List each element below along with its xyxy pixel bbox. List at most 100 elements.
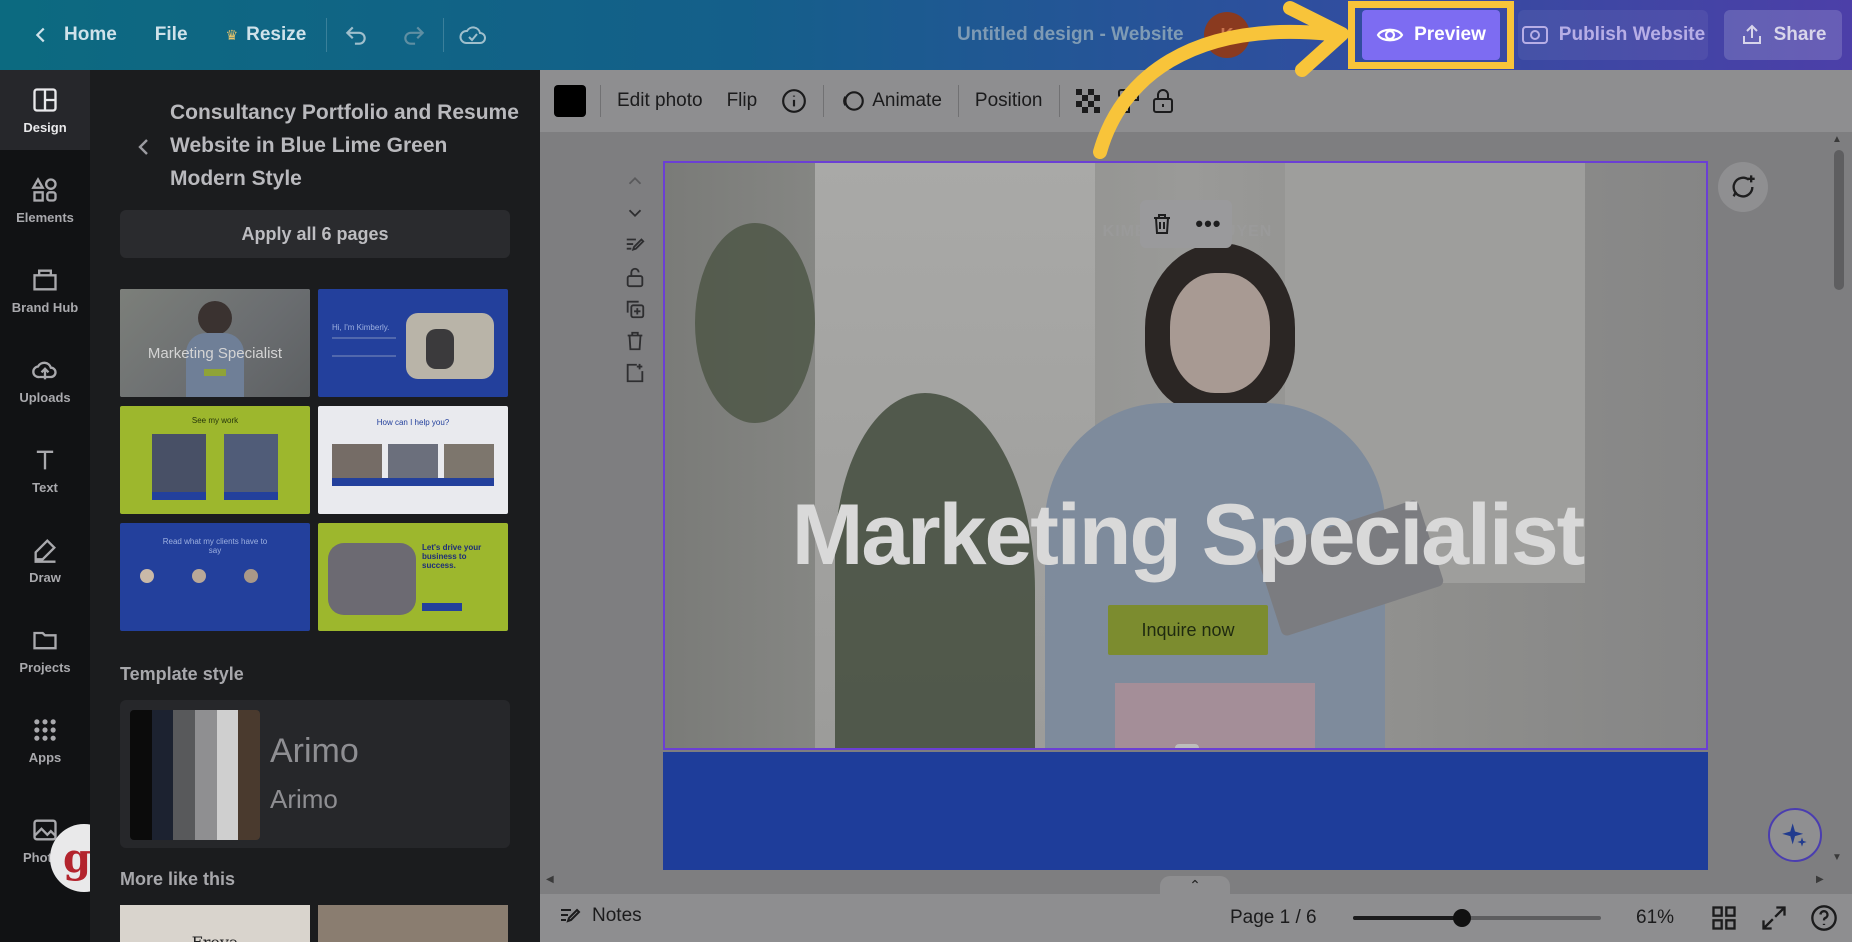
share-button[interactable]: Share (1724, 10, 1842, 60)
divider (823, 85, 825, 117)
rail-item-brand-hub[interactable]: Brand Hub (0, 250, 90, 330)
lock-button[interactable] (1144, 79, 1182, 123)
template-thumb-4[interactable]: How can I help you? (318, 406, 508, 514)
inquire-now-button[interactable]: Inquire now (1108, 605, 1268, 655)
rail-item-projects[interactable]: Projects (0, 610, 90, 690)
resize-handle[interactable] (1175, 744, 1199, 748)
flip-button[interactable]: Flip (715, 79, 770, 123)
rail-item-text[interactable]: Text (0, 430, 90, 510)
duplicate-icon[interactable] (624, 298, 646, 320)
rail-label-brand-hub: Brand Hub (11, 299, 79, 315)
chevron-up-icon[interactable] (624, 170, 646, 192)
redo-button[interactable] (393, 14, 435, 56)
info-button[interactable] (769, 79, 819, 123)
notes-pen-icon[interactable] (624, 234, 646, 256)
plant-leaves (695, 223, 815, 423)
body-font-name: Arimo (270, 784, 338, 814)
thumb-heading: Read what my clients have to say (162, 537, 268, 555)
chevron-left-icon (138, 139, 148, 155)
position-button[interactable]: Position (963, 79, 1055, 123)
add-page-icon[interactable] (624, 362, 646, 384)
rail-label-uploads: Uploads (19, 389, 71, 405)
headline-text[interactable]: Marketing Specialist (665, 486, 1706, 585)
apply-all-pages-button[interactable]: Apply all 6 pages (120, 210, 510, 258)
rail-item-draw[interactable]: Draw (0, 520, 90, 600)
transparency-button[interactable] (1064, 79, 1112, 123)
animate-button[interactable]: Animate (828, 79, 954, 123)
design-canvas[interactable]: KIMBERLY NGUYEN Marketing Specialist Inq… (663, 161, 1708, 750)
template-thumb-5[interactable]: Read what my clients have to say (120, 523, 310, 631)
template-thumb-2[interactable]: Hi, I'm Kimberly. (318, 289, 508, 397)
trash-icon[interactable] (1150, 212, 1174, 236)
show-pages-toggle[interactable]: ⌃ (1160, 876, 1230, 894)
publish-website-button[interactable]: Publish Website (1518, 10, 1708, 60)
zoom-slider[interactable] (1353, 909, 1601, 927)
save-status-button[interactable] (452, 14, 494, 56)
more-template-thumb-2[interactable] (318, 905, 508, 942)
pen-icon (34, 538, 56, 563)
thumb-card (224, 434, 278, 500)
color-picker-button[interactable] (554, 85, 586, 117)
more-template-thumb-1[interactable]: Freya (120, 905, 310, 942)
thumb-lines (332, 337, 396, 357)
edit-photo-button[interactable]: Edit photo (605, 79, 715, 123)
help-icon[interactable] (1810, 904, 1838, 932)
page-tools (618, 170, 652, 410)
resize-label: Resize (246, 24, 307, 45)
unlock-icon[interactable] (624, 266, 646, 288)
rail-item-elements[interactable]: Elements (0, 160, 90, 240)
scroll-down-arrow[interactable]: ▼ (1832, 852, 1842, 863)
thumb-photo (328, 543, 416, 615)
divider (326, 18, 328, 52)
scroll-up-arrow[interactable]: ▲ (1832, 134, 1842, 145)
rail-item-design[interactable]: Design (0, 70, 90, 150)
rail-item-uploads[interactable]: Uploads (0, 340, 90, 420)
share-label: Share (1773, 24, 1827, 45)
file-menu-button[interactable]: File (143, 14, 200, 56)
template-thumb-6[interactable]: Let's drive your business to success. (318, 523, 508, 631)
animate-label: Animate (872, 90, 942, 111)
person-face (1170, 273, 1270, 393)
thumb-avatar (192, 569, 206, 583)
undo-button[interactable] (335, 14, 377, 56)
template-thumb-1[interactable]: Marketing Specialist (120, 289, 310, 397)
copy-style-button[interactable] (1112, 79, 1144, 123)
document-title[interactable]: Untitled design - Website (957, 24, 1184, 46)
add-comment-button[interactable] (1718, 162, 1768, 212)
scroll-right-arrow[interactable]: ▶ (1816, 874, 1824, 885)
swatch (130, 710, 152, 840)
notes-button[interactable]: Notes (558, 904, 642, 928)
page-indicator[interactable]: Page 1 / 6 (1230, 907, 1317, 929)
back-button[interactable] (132, 135, 156, 159)
more-options-icon[interactable]: ••• (1195, 211, 1221, 237)
context-toolbar: Edit photo Flip Animate Position (540, 70, 1852, 132)
avatar[interactable]: K (1204, 12, 1250, 58)
resize-button[interactable]: ♛ Resize (214, 14, 319, 56)
more-thumb-text: Freya (120, 933, 310, 942)
next-section-preview[interactable] (663, 752, 1708, 870)
rail-label-design: Design (23, 119, 67, 135)
thumb-card-bar (224, 492, 278, 500)
sparkle-icon (1782, 823, 1807, 847)
trash-icon[interactable] (624, 330, 646, 352)
chevron-down-icon[interactable] (624, 202, 646, 224)
rail-item-apps[interactable]: Apps (0, 700, 90, 780)
vertical-scrollbar[interactable] (1834, 150, 1844, 290)
crown-icon: ♛ (225, 26, 239, 43)
home-button[interactable]: Home (18, 14, 129, 56)
zoom-value[interactable]: 61% (1636, 907, 1674, 929)
scroll-left-arrow[interactable]: ◀ (546, 874, 554, 885)
thumb-avatar (140, 569, 154, 583)
animate-icon (843, 91, 865, 111)
magic-assistant-button[interactable] (1768, 808, 1822, 862)
template-thumb-3[interactable]: See my work (120, 406, 310, 514)
preview-button[interactable]: Preview (1362, 10, 1500, 60)
template-style-card[interactable]: Arimo Arimo (120, 700, 510, 848)
divider (1058, 85, 1060, 117)
thumb-heading: How can I help you? (376, 418, 450, 427)
fullscreen-icon[interactable] (1760, 904, 1788, 932)
thumb-avatar (244, 569, 258, 583)
grid-view-icon[interactable] (1710, 904, 1738, 932)
divider (600, 85, 601, 117)
zoom-slider-knob[interactable] (1453, 909, 1472, 927)
